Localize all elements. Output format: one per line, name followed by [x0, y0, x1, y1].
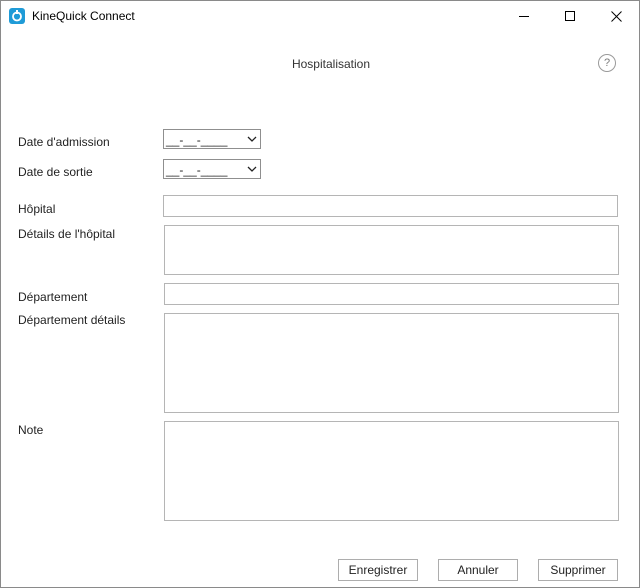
note-label: Note — [18, 423, 44, 437]
save-button[interactable]: Enregistrer — [338, 559, 418, 581]
hospital-label: Hôpital — [18, 202, 56, 216]
department-details-textarea[interactable] — [164, 313, 619, 413]
title-bar[interactable]: KineQuick Connect — [1, 1, 639, 31]
window-title: KineQuick Connect — [32, 9, 135, 23]
department-input[interactable] — [164, 283, 619, 305]
hospital-details-textarea[interactable] — [164, 225, 619, 275]
discharge-date-value: __-__-____ — [166, 163, 228, 177]
minimize-icon — [519, 16, 529, 17]
delete-button[interactable]: Supprimer — [538, 559, 618, 581]
hospital-input[interactable] — [163, 195, 618, 217]
chevron-down-icon — [247, 166, 257, 172]
hospital-details-label: Détails de l'hôpital — [18, 227, 116, 241]
maximize-icon — [565, 11, 575, 21]
minimize-button[interactable] — [501, 1, 547, 31]
dialog-title: Hospitalisation — [291, 57, 371, 71]
maximize-button[interactable] — [547, 1, 593, 31]
discharge-date-picker[interactable]: __-__-____ — [163, 159, 261, 179]
app-window: KineQuick Connect Hospitalisation ? Date… — [0, 0, 640, 588]
department-details-label: Département détails — [18, 313, 126, 327]
close-icon — [610, 10, 622, 22]
chevron-down-icon — [247, 136, 257, 142]
admission-date-label: Date d'admission — [18, 135, 110, 149]
close-button[interactable] — [593, 1, 639, 31]
department-label: Département — [18, 290, 88, 304]
cancel-button[interactable]: Annuler — [438, 559, 518, 581]
discharge-date-label: Date de sortie — [18, 165, 93, 179]
help-icon[interactable]: ? — [598, 54, 616, 72]
admission-date-value: __-__-____ — [166, 133, 228, 147]
kinequick-logo-icon — [9, 8, 25, 24]
note-textarea[interactable] — [164, 421, 619, 521]
admission-date-picker[interactable]: __-__-____ — [163, 129, 261, 149]
